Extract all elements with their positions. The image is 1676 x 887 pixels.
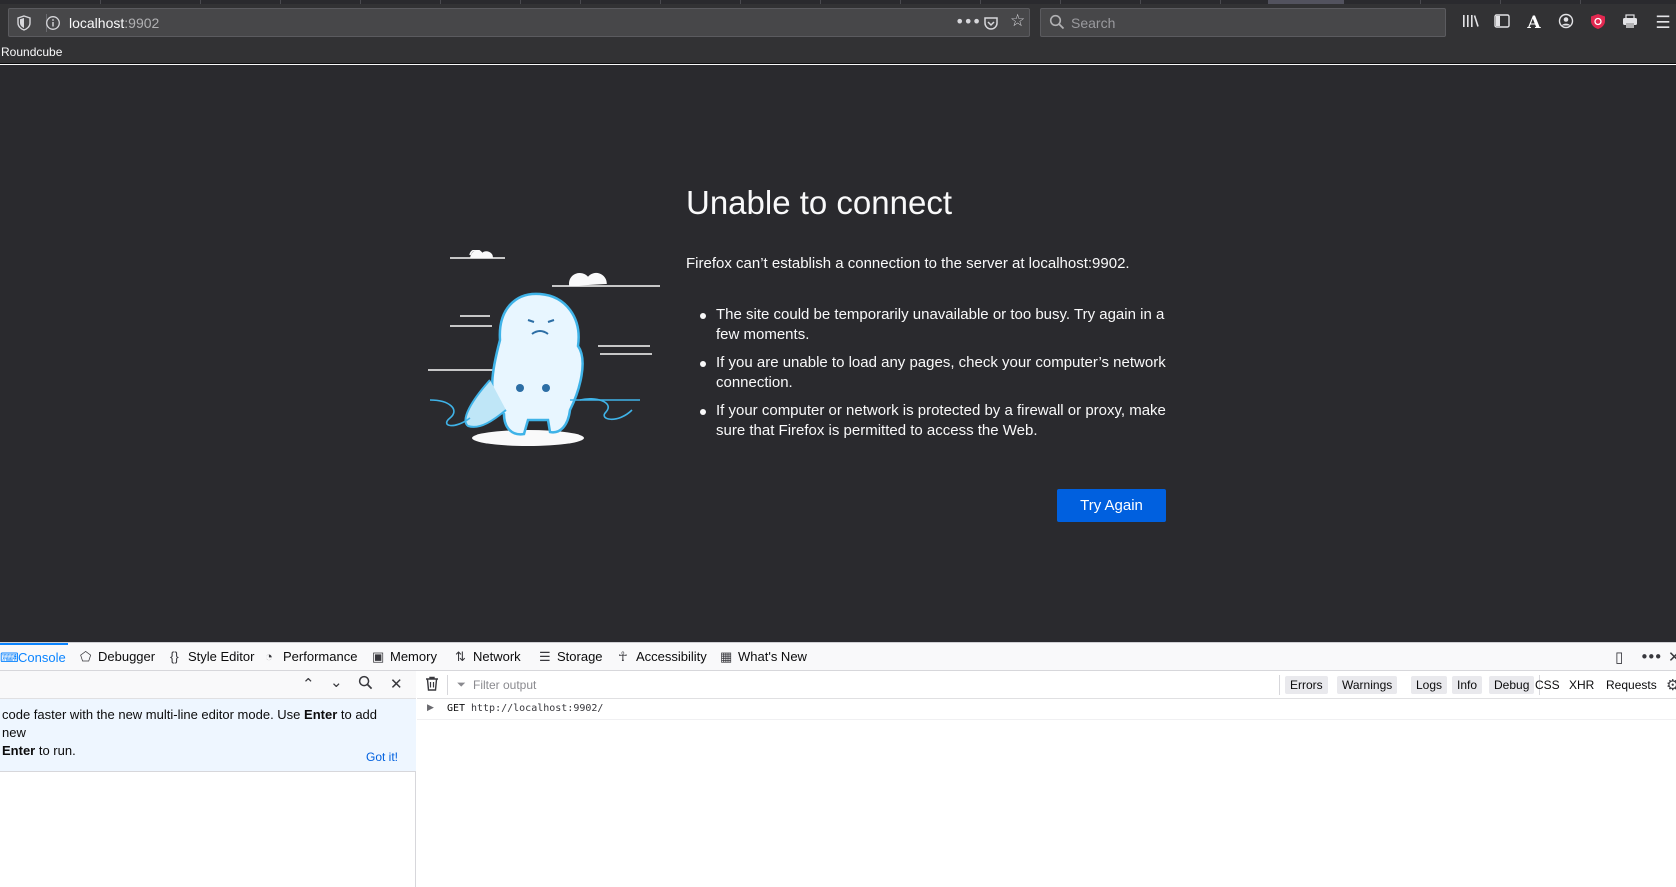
filter-separator [1279, 675, 1280, 695]
tab-accessibility[interactable]: ☥ Accessibility [618, 643, 707, 671]
expand-arrow-icon[interactable]: ▶ [427, 703, 434, 713]
search-input[interactable]: Search [1040, 8, 1446, 37]
tab-label: Debugger [98, 649, 156, 664]
up-down-arrows-icon: ⇅ [455, 649, 466, 664]
tab-label: Memory [390, 649, 437, 664]
page-content: Unable to connect Firefox can’t establis… [0, 65, 1676, 642]
tab-performance[interactable]: ◔ Performance [265, 643, 357, 671]
editor-toolbar: ⌃ ⌄ ✕ [0, 671, 416, 699]
filter-separator [447, 675, 448, 695]
chevron-down-icon[interactable]: ⌄ [330, 673, 343, 691]
ublock-shield-icon[interactable] [1588, 13, 1608, 33]
chevron-up-icon[interactable]: ⌃ [302, 675, 315, 693]
notice-text: code faster with the new multi-line edit… [2, 706, 402, 760]
page-actions-more-icon[interactable]: ••• [955, 14, 981, 30]
tab-label: Style Editor [188, 649, 255, 664]
tab-label: Console [18, 650, 66, 665]
responsive-design-icon[interactable]: ▯ [1615, 648, 1623, 666]
filter-css-button[interactable]: CSS [1530, 676, 1565, 694]
tab-storage[interactable]: ☰ Storage [539, 643, 603, 671]
gauge-icon: ◔ [265, 649, 273, 664]
filter-funnel-icon: ⏷ [457, 678, 466, 691]
pocket-icon[interactable] [983, 15, 999, 35]
tracking-protection-shield-icon[interactable] [17, 15, 31, 35]
tab-label: What's New [738, 649, 807, 664]
tab-network[interactable]: ⇅ Network [455, 643, 521, 671]
error-suggestions: The site could be temporarily unavailabl… [700, 305, 1170, 449]
bookmark-star-icon[interactable]: ☆ [1010, 13, 1025, 30]
close-editor-icon[interactable]: ✕ [390, 675, 403, 693]
tab-whats-new[interactable]: ▦ What's New [720, 643, 807, 671]
devtools-tabbar: ⌨Console ⬠ Debugger {} Style Editor ◔ Perfo… [0, 642, 1676, 671]
notice-text-part: code faster with the new multi-line edit… [2, 707, 305, 722]
font-extension-icon[interactable]: A [1524, 13, 1544, 33]
tab-debugger[interactable]: ⬠ Debugger [80, 643, 155, 671]
bookmarks-toolbar: Roundcube [0, 42, 1676, 64]
console-filter-bar: ⏷ Filter output Errors Warnings Logs Inf… [417, 671, 1676, 699]
console-icon: ⌨ [0, 650, 19, 665]
tab-label: Storage [557, 649, 603, 664]
filter-requests-button[interactable]: Requests [1601, 676, 1662, 694]
filter-errors-button[interactable]: Errors [1285, 676, 1328, 694]
close-devtools-icon[interactable]: ✕ [1668, 648, 1676, 666]
braces-icon: {} [170, 649, 179, 664]
filter-debug-button[interactable]: Debug [1489, 676, 1535, 694]
console-output-pane: ⏷ Filter output Errors Warnings Logs Inf… [417, 671, 1676, 887]
bookmark-roundcube[interactable]: Roundcube [1, 45, 62, 59]
notice-key: Enter [2, 743, 36, 758]
account-icon[interactable] [1556, 13, 1576, 33]
reverse-search-icon[interactable] [358, 675, 373, 694]
printer-extension-icon[interactable] [1620, 13, 1640, 33]
navigation-toolbar: localhost:9902 ••• ☆ Search A ☰ [0, 4, 1676, 42]
suggestion-item: If your computer or network is protected… [700, 401, 1170, 441]
tab-label: Network [473, 649, 521, 664]
devtools-panel: ⌨Console ⬠ Debugger {} Style Editor ◔ Perfo… [0, 642, 1676, 887]
sidebar-toggle-icon[interactable] [1492, 13, 1512, 33]
filter-xhr-button[interactable]: XHR [1564, 676, 1599, 694]
url-port: :9902 [124, 15, 160, 31]
tab-label: Accessibility [636, 649, 707, 664]
log-method: GET [447, 703, 466, 714]
site-info-icon[interactable] [45, 15, 61, 35]
suggestion-item: The site could be temporarily unavailabl… [700, 305, 1170, 345]
notice-key: Enter [304, 707, 338, 722]
error-description: Firefox can’t establish a connection to … [686, 255, 1130, 272]
url-text[interactable]: localhost:9902 [69, 15, 159, 31]
tab-label: Performance [283, 649, 358, 664]
console-settings-gear-icon[interactable]: ⚙ [1666, 676, 1676, 694]
filter-warnings-button[interactable]: Warnings [1337, 676, 1398, 694]
network-log-row[interactable]: ▶ GET http://localhost:9902/ [417, 700, 1676, 720]
storage-icon: ☰ [539, 649, 551, 664]
tab-console[interactable]: ⌨Console [0, 643, 68, 671]
chip-icon: ▣ [372, 649, 385, 664]
gift-icon: ▦ [720, 649, 733, 664]
notice-text-part: to run. [35, 743, 76, 758]
search-icon [1049, 14, 1065, 34]
url-host: localhost [69, 15, 125, 31]
tab-memory[interactable]: ▣ Memory [372, 643, 437, 671]
got-it-link[interactable]: Got it! [366, 750, 398, 764]
error-title: Unable to connect [686, 184, 953, 221]
search-placeholder: Search [1071, 15, 1116, 31]
filter-logs-button[interactable]: Logs [1411, 676, 1448, 694]
log-url[interactable]: http://localhost:9902/ [471, 703, 603, 714]
url-bar[interactable]: localhost:9902 ••• ☆ [8, 8, 1030, 37]
devtools-more-icon[interactable]: ••• [1640, 648, 1663, 666]
dinosaur-illustration [420, 249, 660, 460]
filter-info-button[interactable]: Info [1452, 676, 1483, 694]
hamburger-menu-icon[interactable]: ☰ [1653, 13, 1673, 33]
tab-style-editor[interactable]: {} Style Editor [170, 643, 254, 671]
editor-mode-notice: code faster with the new multi-line edit… [0, 699, 416, 772]
console-editor-pane: ⌃ ⌄ ✕ code faster with the new multi-lin… [0, 671, 416, 887]
try-again-button[interactable]: Try Again [1057, 489, 1166, 522]
filter-output-input[interactable]: Filter output [473, 678, 536, 692]
debugger-icon: ⬠ [80, 649, 92, 664]
suggestion-item: If you are unable to load any pages, che… [700, 353, 1170, 393]
trash-icon[interactable] [425, 676, 439, 695]
library-icon[interactable] [1461, 13, 1481, 33]
accessibility-icon: ☥ [618, 649, 628, 664]
